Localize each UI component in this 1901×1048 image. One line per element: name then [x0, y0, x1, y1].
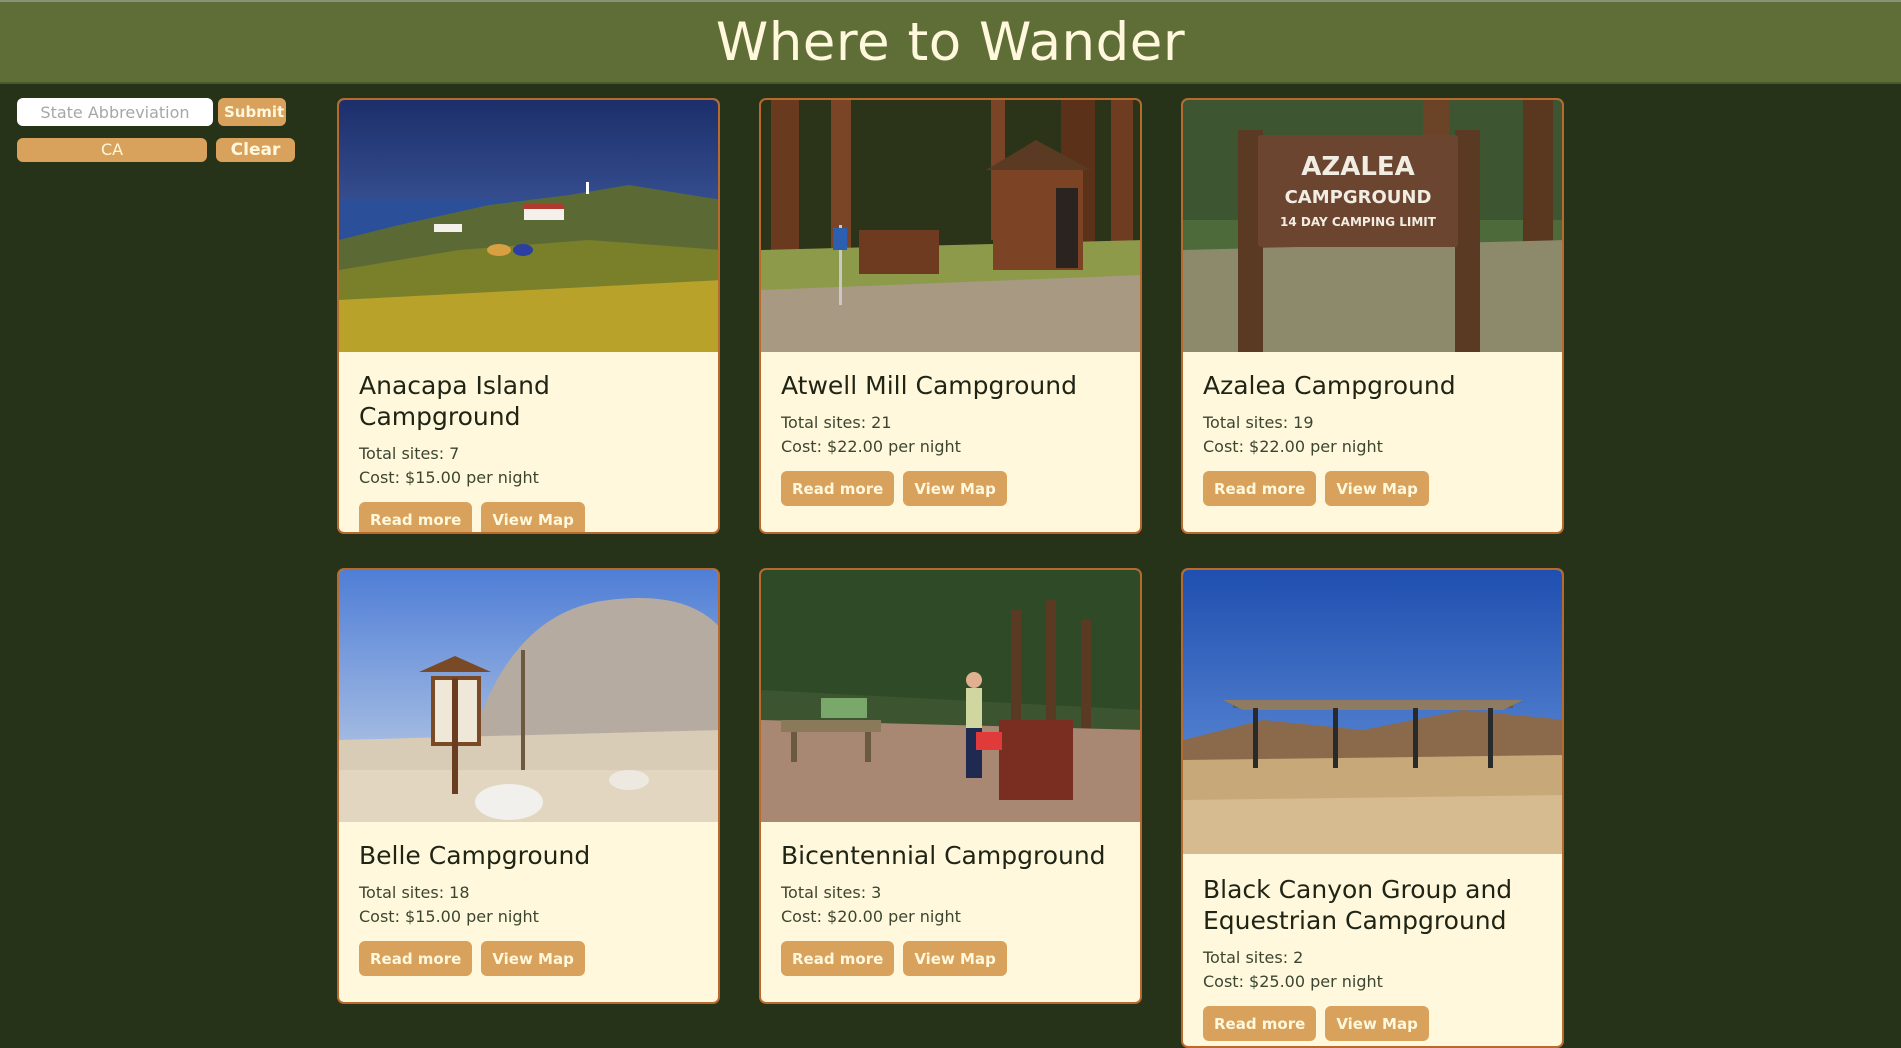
campground-photo	[1183, 570, 1562, 854]
filter-row: CA Clear	[17, 138, 307, 162]
submit-button[interactable]: Submit	[218, 98, 286, 126]
active-state-filter: CA	[17, 138, 207, 162]
total-sites: Total sites: 2	[1203, 948, 1304, 967]
campground-photo	[761, 100, 1140, 352]
card-actions: Read more View Map	[1203, 1006, 1542, 1041]
view-map-button[interactable]: View Map	[481, 502, 585, 532]
view-map-button[interactable]: View Map	[1325, 471, 1429, 506]
cost-per-night: Cost: $22.00 per night	[1203, 437, 1383, 456]
campground-card: Black Canyon Group and Equestrian Campgr…	[1181, 568, 1564, 1048]
campground-name: Black Canyon Group and Equestrian Campgr…	[1203, 875, 1513, 935]
cost-per-night: Cost: $15.00 per night	[359, 907, 539, 926]
campground-name: Anacapa Island Campground	[359, 371, 550, 431]
card-actions: Read more View Map	[781, 471, 1120, 506]
card-actions: Read more View Map	[781, 941, 1120, 976]
read-more-button[interactable]: Read more	[359, 941, 473, 976]
view-map-button[interactable]: View Map	[481, 941, 585, 976]
total-sites: Total sites: 21	[781, 413, 892, 432]
search-row: Submit	[17, 98, 307, 126]
cost-per-night: Cost: $15.00 per night	[359, 468, 539, 487]
state-search-input[interactable]	[17, 98, 213, 126]
sign-line-1: AZALEA	[1301, 152, 1415, 182]
clear-button[interactable]: Clear	[216, 138, 295, 162]
view-map-button[interactable]: View Map	[1325, 1006, 1429, 1041]
total-sites: Total sites: 7	[359, 444, 460, 463]
sign-line-3: 14 DAY CAMPING LIMIT	[1280, 215, 1437, 229]
campground-card: Anacapa Island Campground Total sites: 7…	[337, 98, 720, 534]
search-sidebar: Submit CA Clear	[17, 98, 307, 174]
total-sites: Total sites: 18	[359, 883, 470, 902]
cost-per-night: Cost: $25.00 per night	[1203, 972, 1383, 991]
read-more-button[interactable]: Read more	[1203, 471, 1317, 506]
read-more-button[interactable]: Read more	[1203, 1006, 1317, 1041]
cost-per-night: Cost: $20.00 per night	[781, 907, 961, 926]
campground-name: Bicentennial Campground	[781, 841, 1106, 870]
campground-name: Belle Campground	[359, 841, 591, 870]
view-map-button[interactable]: View Map	[903, 471, 1007, 506]
campground-card: Belle Campground Total sites: 18 Cost: $…	[337, 568, 720, 1004]
read-more-button[interactable]: Read more	[359, 502, 473, 532]
campground-card: Bicentennial Campground Total sites: 3 C…	[759, 568, 1142, 1004]
site-header: Where to Wander	[0, 0, 1901, 84]
cost-per-night: Cost: $22.00 per night	[781, 437, 961, 456]
campground-photo	[761, 570, 1140, 822]
total-sites: Total sites: 19	[1203, 413, 1314, 432]
site-title: Where to Wander	[715, 11, 1186, 73]
card-actions: Read more View Map	[359, 941, 698, 976]
card-actions: Read more View Map	[359, 502, 698, 532]
campground-card: Atwell Mill Campground Total sites: 21 C…	[759, 98, 1142, 534]
read-more-button[interactable]: Read more	[781, 941, 895, 976]
campground-photo: AZALEA CAMPGROUND 14 DAY CAMPING LIMIT	[1183, 100, 1562, 352]
campground-name: Azalea Campground	[1203, 371, 1456, 400]
campground-photo	[339, 570, 718, 822]
campground-photo	[339, 100, 718, 352]
sign-line-2: CAMPGROUND	[1285, 187, 1432, 208]
campground-card: AZALEA CAMPGROUND 14 DAY CAMPING LIMIT A…	[1181, 98, 1564, 534]
view-map-button[interactable]: View Map	[903, 941, 1007, 976]
total-sites: Total sites: 3	[781, 883, 882, 902]
campground-name: Atwell Mill Campground	[781, 371, 1077, 400]
card-actions: Read more View Map	[1203, 471, 1542, 506]
read-more-button[interactable]: Read more	[781, 471, 895, 506]
